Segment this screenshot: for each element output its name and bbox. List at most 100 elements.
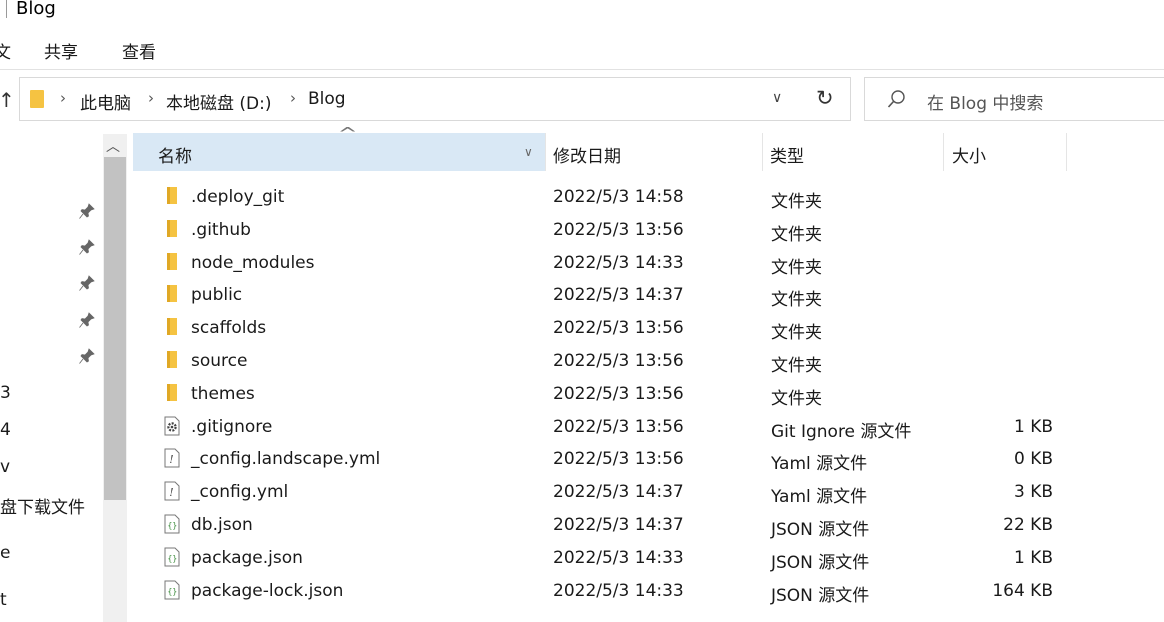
column-header-date[interactable]: 修改日期 bbox=[553, 142, 621, 167]
file-type: 文件夹 bbox=[771, 224, 822, 245]
column-divider[interactable] bbox=[545, 133, 546, 171]
file-row[interactable]: .deploy_git 2022/5/3 14:58 文件夹 bbox=[133, 181, 1073, 214]
file-date: 2022/5/3 14:33 bbox=[553, 547, 684, 568]
file-name: themes bbox=[191, 383, 255, 404]
search-input[interactable]: 在 Blog 中搜索 bbox=[927, 89, 1043, 114]
ribbon-tab-share[interactable]: 共享 bbox=[44, 38, 78, 63]
pin-icon[interactable] bbox=[78, 202, 96, 220]
column-divider[interactable] bbox=[943, 133, 944, 171]
folder-icon bbox=[30, 90, 44, 108]
file-type: 文件夹 bbox=[771, 192, 822, 212]
file-date: 2022/5/3 13:56 bbox=[553, 219, 684, 240]
column-header-name[interactable]: 名称 bbox=[158, 142, 192, 167]
file-name: public bbox=[191, 285, 243, 306]
file-size: 3 KB bbox=[1013, 482, 1053, 503]
chevron-right-icon[interactable]: › bbox=[60, 89, 66, 107]
yaml-file-icon: ! bbox=[163, 448, 181, 468]
chevron-right-icon[interactable]: › bbox=[290, 89, 296, 107]
nav-scrollbar-thumb[interactable] bbox=[104, 157, 126, 500]
file-name: _config.yml bbox=[191, 482, 289, 503]
file-type: JSON 源文件 bbox=[771, 552, 870, 573]
folder-icon bbox=[163, 219, 181, 239]
column-header-size[interactable]: 大小 bbox=[952, 142, 986, 167]
file-name: .github bbox=[191, 219, 251, 240]
file-name: _config.landscape.yml bbox=[191, 449, 381, 470]
file-name: package-lock.json bbox=[191, 580, 344, 601]
pin-icon[interactable] bbox=[78, 274, 96, 292]
chevron-right-icon[interactable]: › bbox=[148, 89, 154, 107]
file-type: 文件夹 bbox=[771, 290, 822, 311]
file-row[interactable]: {} package.json 2022/5/3 14:33 JSON 源文件 … bbox=[133, 542, 1073, 575]
file-type: 文件夹 bbox=[771, 388, 822, 409]
file-row[interactable]: ! _config.yml 2022/5/3 14:37 Yaml 源文件 3 … bbox=[133, 476, 1073, 509]
file-date: 2022/5/3 13:56 bbox=[553, 416, 684, 437]
file-row[interactable]: node_modules 2022/5/3 14:33 文件夹 bbox=[133, 247, 1073, 280]
file-size: 164 KB bbox=[992, 580, 1053, 601]
file-type: Yaml 源文件 bbox=[771, 454, 868, 475]
file-type: Yaml 源文件 bbox=[771, 487, 868, 508]
file-date: 2022/5/3 13:56 bbox=[553, 318, 684, 339]
breadcrumb-blog[interactable]: Blog bbox=[308, 89, 346, 109]
pin-icon[interactable] bbox=[78, 311, 96, 329]
file-date: 2022/5/3 14:33 bbox=[553, 252, 684, 273]
file-date: 2022/5/3 14:58 bbox=[553, 187, 684, 207]
column-header-type[interactable]: 类型 bbox=[770, 142, 804, 167]
breadcrumb-local-disk[interactable]: 本地磁盘 (D:) bbox=[166, 89, 272, 114]
nav-item[interactable]: 盘下载文件 bbox=[0, 493, 85, 518]
folder-icon bbox=[163, 186, 181, 206]
file-date: 2022/5/3 14:37 bbox=[553, 515, 684, 535]
file-name: db.json bbox=[191, 515, 253, 535]
nav-item[interactable]: 4 bbox=[0, 420, 11, 440]
json-file-icon: {} bbox=[163, 547, 181, 567]
file-row[interactable]: themes 2022/5/3 13:56 文件夹 bbox=[133, 378, 1073, 411]
ribbon-tab-file[interactable]: 文 bbox=[0, 38, 11, 63]
file-type: 文件夹 bbox=[771, 257, 822, 278]
file-row[interactable]: source 2022/5/3 13:56 文件夹 bbox=[133, 345, 1073, 378]
file-type: Git Ignore 源文件 bbox=[771, 421, 912, 442]
file-row[interactable]: public 2022/5/3 14:37 文件夹 bbox=[133, 279, 1073, 312]
column-divider[interactable] bbox=[762, 133, 763, 171]
folder-icon bbox=[163, 252, 181, 272]
file-row[interactable]: .github 2022/5/3 13:56 文件夹 bbox=[133, 214, 1073, 247]
ribbon-tab-view[interactable]: 查看 bbox=[122, 38, 156, 63]
search-icon[interactable] bbox=[886, 88, 908, 110]
file-row[interactable]: scaffolds 2022/5/3 13:56 文件夹 bbox=[133, 312, 1073, 345]
file-size: 0 KB bbox=[1013, 449, 1053, 470]
file-name: node_modules bbox=[191, 252, 315, 273]
yaml-file-icon: ! bbox=[163, 481, 181, 501]
sort-ascending-icon: ^ bbox=[337, 124, 358, 143]
file-row[interactable]: ! _config.landscape.yml 2022/5/3 13:56 Y… bbox=[133, 443, 1073, 476]
folder-icon bbox=[163, 284, 181, 304]
refresh-icon[interactable]: ↻ bbox=[816, 86, 834, 110]
ribbon-divider bbox=[0, 69, 1164, 70]
pin-icon[interactable] bbox=[78, 238, 96, 256]
pin-icon[interactable] bbox=[78, 347, 96, 365]
chevron-down-icon[interactable]: ∨ bbox=[524, 145, 533, 159]
column-divider[interactable] bbox=[1066, 133, 1067, 171]
nav-item[interactable]: v bbox=[0, 457, 10, 477]
file-row[interactable]: {} package-lock.json 2022/5/3 14:33 JSON… bbox=[133, 575, 1073, 608]
file-name: source bbox=[191, 351, 248, 371]
file-type: JSON 源文件 bbox=[771, 520, 870, 540]
nav-item[interactable]: t bbox=[0, 590, 7, 610]
chevron-up-icon[interactable]: ︿ bbox=[106, 136, 120, 156]
folder-icon bbox=[163, 350, 181, 370]
svg-text:!: ! bbox=[169, 486, 173, 499]
file-size: 1 KB bbox=[1013, 416, 1053, 437]
file-type: JSON 源文件 bbox=[771, 585, 870, 606]
chevron-down-icon[interactable]: ∨ bbox=[772, 90, 782, 106]
file-name: .gitignore bbox=[191, 416, 273, 437]
address-bar[interactable] bbox=[19, 77, 851, 121]
nav-item[interactable]: e bbox=[0, 543, 10, 563]
file-date: 2022/5/3 13:56 bbox=[553, 449, 684, 470]
svg-text:{}: {} bbox=[168, 554, 178, 563]
file-date: 2022/5/3 13:56 bbox=[553, 351, 684, 371]
file-name: package.json bbox=[191, 547, 303, 568]
folder-icon bbox=[163, 317, 181, 337]
breadcrumb-this-pc[interactable]: 此电脑 bbox=[80, 89, 131, 114]
json-file-icon: {} bbox=[163, 514, 181, 534]
file-row[interactable]: .gitignore 2022/5/3 13:56 Git Ignore 源文件… bbox=[133, 411, 1073, 444]
up-arrow-icon[interactable]: ↑ bbox=[0, 88, 15, 112]
nav-item[interactable]: 3 bbox=[0, 383, 11, 403]
file-row[interactable]: {} db.json 2022/5/3 14:37 JSON 源文件 22 KB bbox=[133, 509, 1073, 542]
